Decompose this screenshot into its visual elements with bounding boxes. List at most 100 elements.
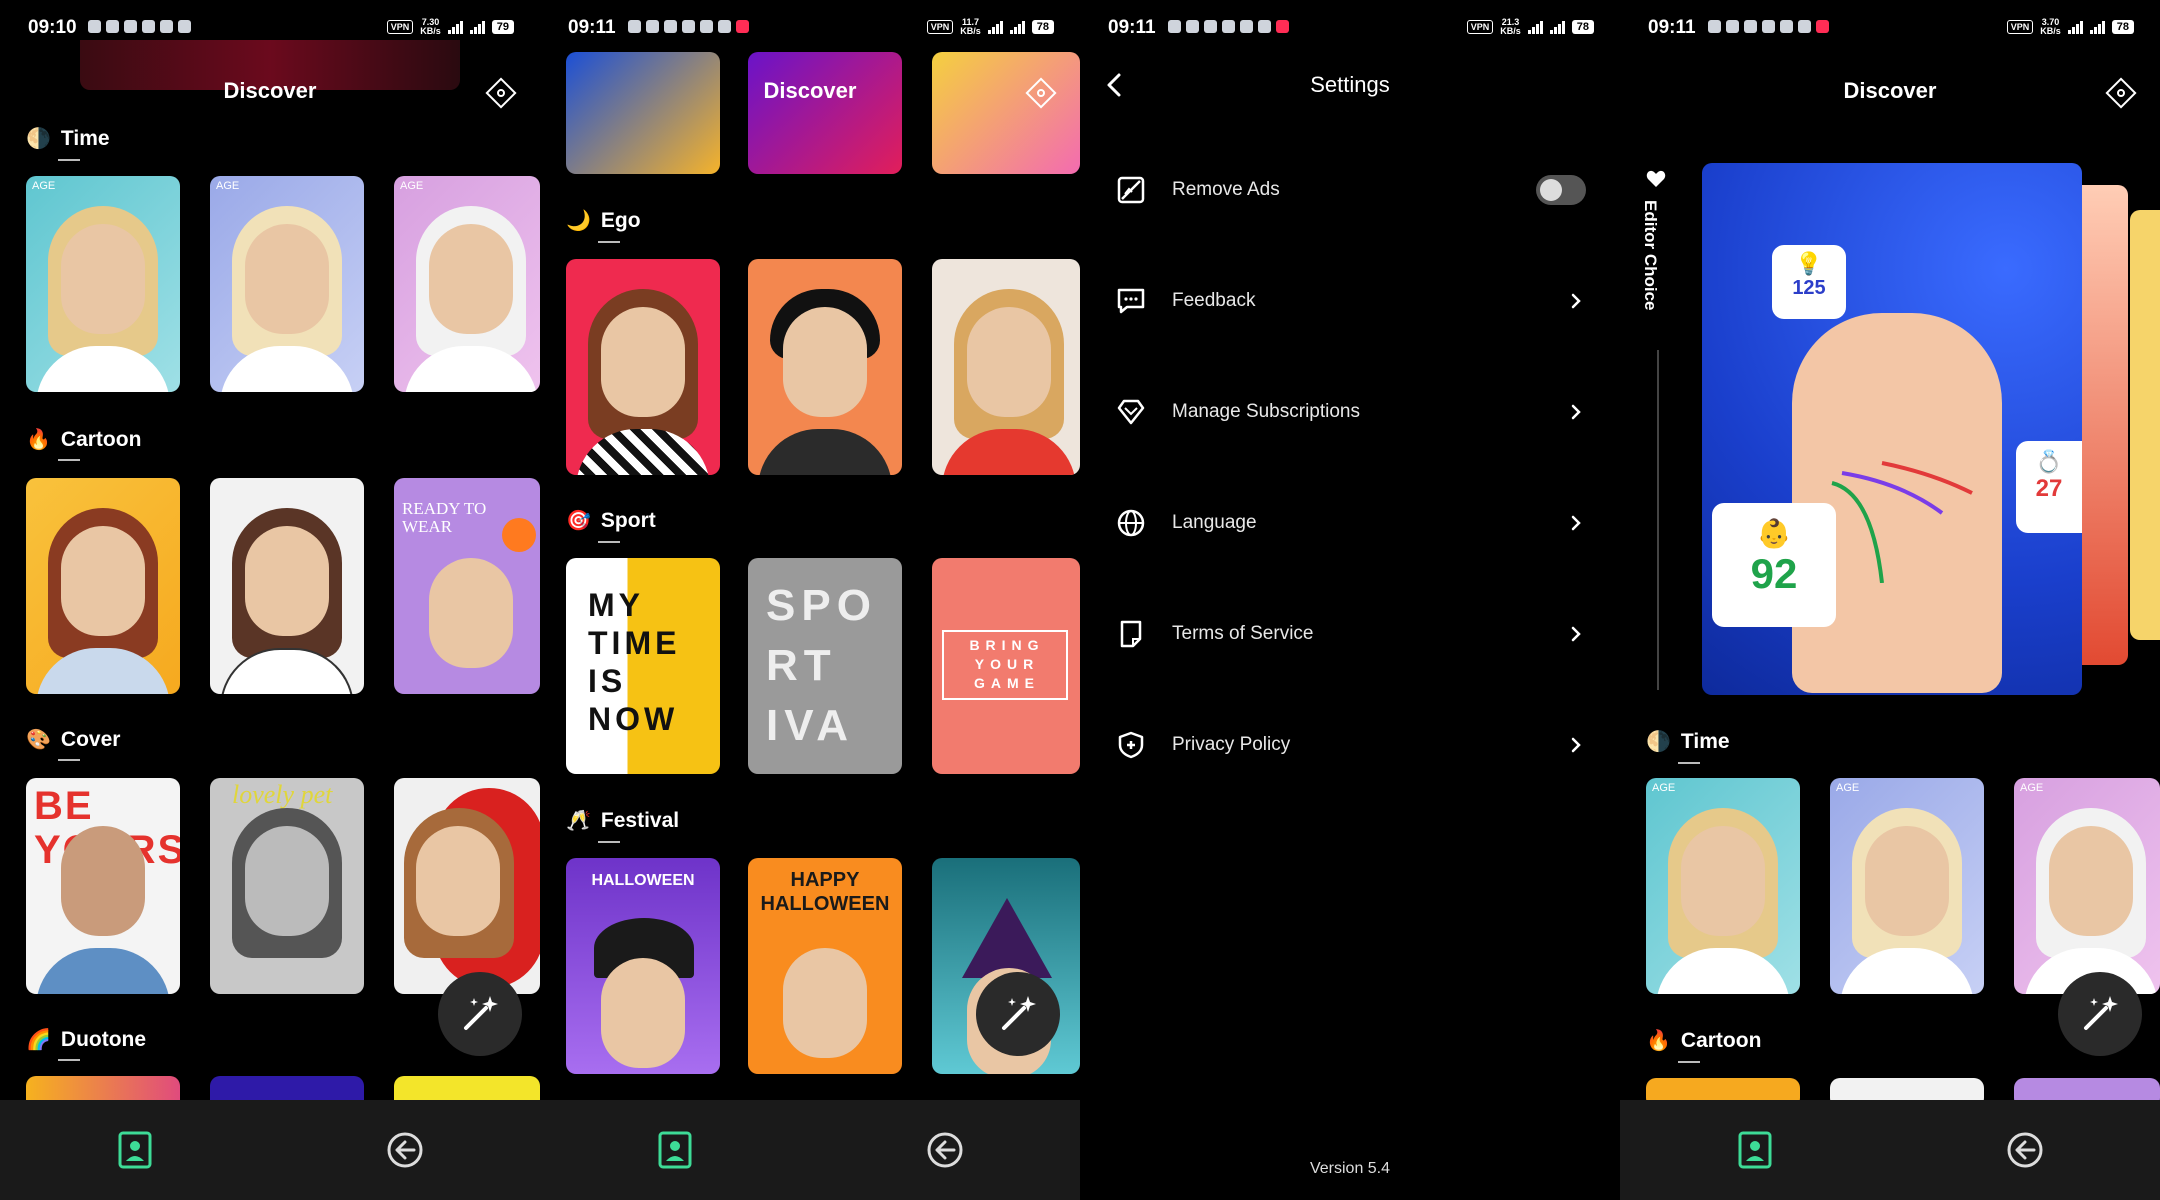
sport-card-2[interactable]: SPO RT IVA <box>748 558 902 774</box>
rainbow-icon: 🌈 <box>26 1029 51 1051</box>
page-title: Discover <box>223 78 317 103</box>
badge-value: 92 <box>1750 550 1798 597</box>
chevron-right-icon <box>1571 737 1581 753</box>
page-title: Discover <box>1843 78 1937 103</box>
card-tag: AGE <box>400 180 424 192</box>
vpn-icon: VPN <box>926 20 954 34</box>
palm-lines <box>1831 461 1973 583</box>
diamond-icon[interactable] <box>1024 76 1058 110</box>
setting-remove-ads[interactable]: Remove Ads <box>1116 160 1586 220</box>
page-title: Discover <box>763 78 857 103</box>
card-tag: AGE <box>32 180 56 192</box>
palette-icon: 🎨 <box>26 729 51 751</box>
diamond-icon[interactable] <box>2104 76 2138 110</box>
time-card-1[interactable]: AGE <box>1646 778 1800 994</box>
section-label: Time <box>1680 729 1730 753</box>
diamond-icon[interactable] <box>484 76 518 110</box>
section-festival[interactable]: 🥂 Festival <box>566 808 679 833</box>
target-icon: 🎯 <box>566 510 591 532</box>
face-icon: 👶 <box>1756 518 1792 549</box>
section-underline <box>58 159 80 161</box>
section-underline <box>598 241 620 243</box>
section-underline <box>1678 762 1700 764</box>
net-unit: KB/s <box>960 26 981 36</box>
signal-icon-2 <box>1009 20 1025 34</box>
settings-screen: 09:11 VPN 21.3 KB/s 78 Settings Remove Ad… <box>1080 0 1620 1200</box>
cartoon-card-1[interactable] <box>26 478 180 694</box>
cover-card-1[interactable]: BE YOURSELF <box>26 778 180 994</box>
top-bar: Settings <box>1080 52 1620 132</box>
section-cartoon[interactable]: 🔥 Cartoon <box>1646 1028 1761 1053</box>
shield-icon <box>1118 731 1144 759</box>
festival-card-2[interactable]: HAPPY HALLOWEEN <box>748 858 902 1074</box>
cartoon-card-3[interactable]: READY TO WEAR <box>394 478 540 694</box>
ego-card-2[interactable] <box>748 259 902 475</box>
time-card-3[interactable]: AGE <box>394 176 540 392</box>
section-sport[interactable]: 🎯 Sport <box>566 508 656 533</box>
time-card-2[interactable]: AGE <box>1830 778 1984 994</box>
section-time[interactable]: 🌗 Time <box>1646 729 1730 754</box>
bottom-nav <box>0 1100 540 1200</box>
top-bar: Discover <box>0 52 540 132</box>
net-unit: KB/s <box>1500 26 1521 36</box>
stat-badge-top: 💡 125 <box>1772 245 1846 319</box>
ego-card-1[interactable] <box>566 259 720 475</box>
cover-card-2[interactable]: lovely pet <box>210 778 364 994</box>
globe-icon <box>1117 509 1145 537</box>
section-cover[interactable]: 🎨 Cover <box>26 727 120 752</box>
signal-icon-2 <box>2089 20 2105 34</box>
ring-icon: 💍 <box>2035 449 2063 474</box>
next-card-peek-2[interactable] <box>2130 210 2160 640</box>
status-bar: 09:11 VPN 21.3 KB/s 78 <box>1080 0 1620 52</box>
status-time: 09:11 <box>1648 17 1696 38</box>
swap-tab-icon[interactable] <box>385 1130 425 1170</box>
document-icon <box>1120 620 1142 648</box>
festival-card-1[interactable]: HALLOWEEN <box>566 858 720 1074</box>
section-cartoon[interactable]: 🔥 Cartoon <box>26 427 141 452</box>
section-underline <box>58 459 80 461</box>
magic-wand-button[interactable] <box>438 972 522 1056</box>
setting-privacy[interactable]: Privacy Policy <box>1116 715 1586 775</box>
setting-language[interactable]: Language <box>1116 493 1586 553</box>
lightbulb-icon: 💡 <box>1795 251 1823 276</box>
card-tag: AGE <box>216 180 240 192</box>
card-caption: MY TIME IS NOW <box>588 587 681 737</box>
sport-card-3[interactable]: BRING YOUR GAME <box>932 558 1080 774</box>
swap-tab-icon[interactable] <box>925 1130 965 1170</box>
card-caption: READY TO WEAR <box>402 499 487 536</box>
time-card-1[interactable]: AGE <box>26 176 180 392</box>
time-card-3[interactable]: AGE <box>2014 778 2160 994</box>
portrait-tab-icon[interactable] <box>115 1130 155 1170</box>
swap-tab-icon[interactable] <box>2005 1130 2045 1170</box>
notification-icons <box>628 20 749 33</box>
setting-label: Remove Ads <box>1172 179 1280 200</box>
fire-icon: 🔥 <box>1646 1030 1671 1052</box>
bottom-nav <box>540 1100 1080 1200</box>
signal-icon <box>2067 20 2083 34</box>
section-ego[interactable]: 🌙 Ego <box>566 208 641 233</box>
editor-choice-hero-card[interactable]: 💡 125 👶 92 💍 27 <box>1702 163 2082 695</box>
remove-ads-toggle[interactable] <box>1536 175 1586 205</box>
setting-label: Terms of Service <box>1172 623 1314 644</box>
setting-terms[interactable]: Terms of Service <box>1116 604 1586 664</box>
magic-wand-button[interactable] <box>976 972 1060 1056</box>
setting-manage-subscriptions[interactable]: Manage Subscriptions <box>1116 382 1586 442</box>
status-time: 09:11 <box>568 17 616 38</box>
section-duotone[interactable]: 🌈 Duotone <box>26 1027 146 1052</box>
chevron-right-icon <box>1571 515 1581 531</box>
magic-wand-button[interactable] <box>2058 972 2142 1056</box>
sport-card-1[interactable]: MY TIME IS NOW <box>566 558 720 774</box>
section-label: Ego <box>600 208 641 232</box>
card-caption: lovely pet <box>232 780 333 809</box>
portrait-tab-icon[interactable] <box>655 1130 695 1170</box>
battery-icon: 79 <box>491 20 514 34</box>
section-label: Cartoon <box>60 427 142 451</box>
time-card-2[interactable]: AGE <box>210 176 364 392</box>
portrait-tab-icon[interactable] <box>1735 1130 1775 1170</box>
cover-card-3[interactable] <box>394 778 540 994</box>
setting-feedback[interactable]: Feedback <box>1116 271 1586 331</box>
ego-card-3[interactable] <box>932 259 1080 475</box>
notification-icons <box>1168 20 1289 33</box>
magic-wand-icon <box>2084 996 2118 1030</box>
cartoon-card-2[interactable] <box>210 478 364 694</box>
